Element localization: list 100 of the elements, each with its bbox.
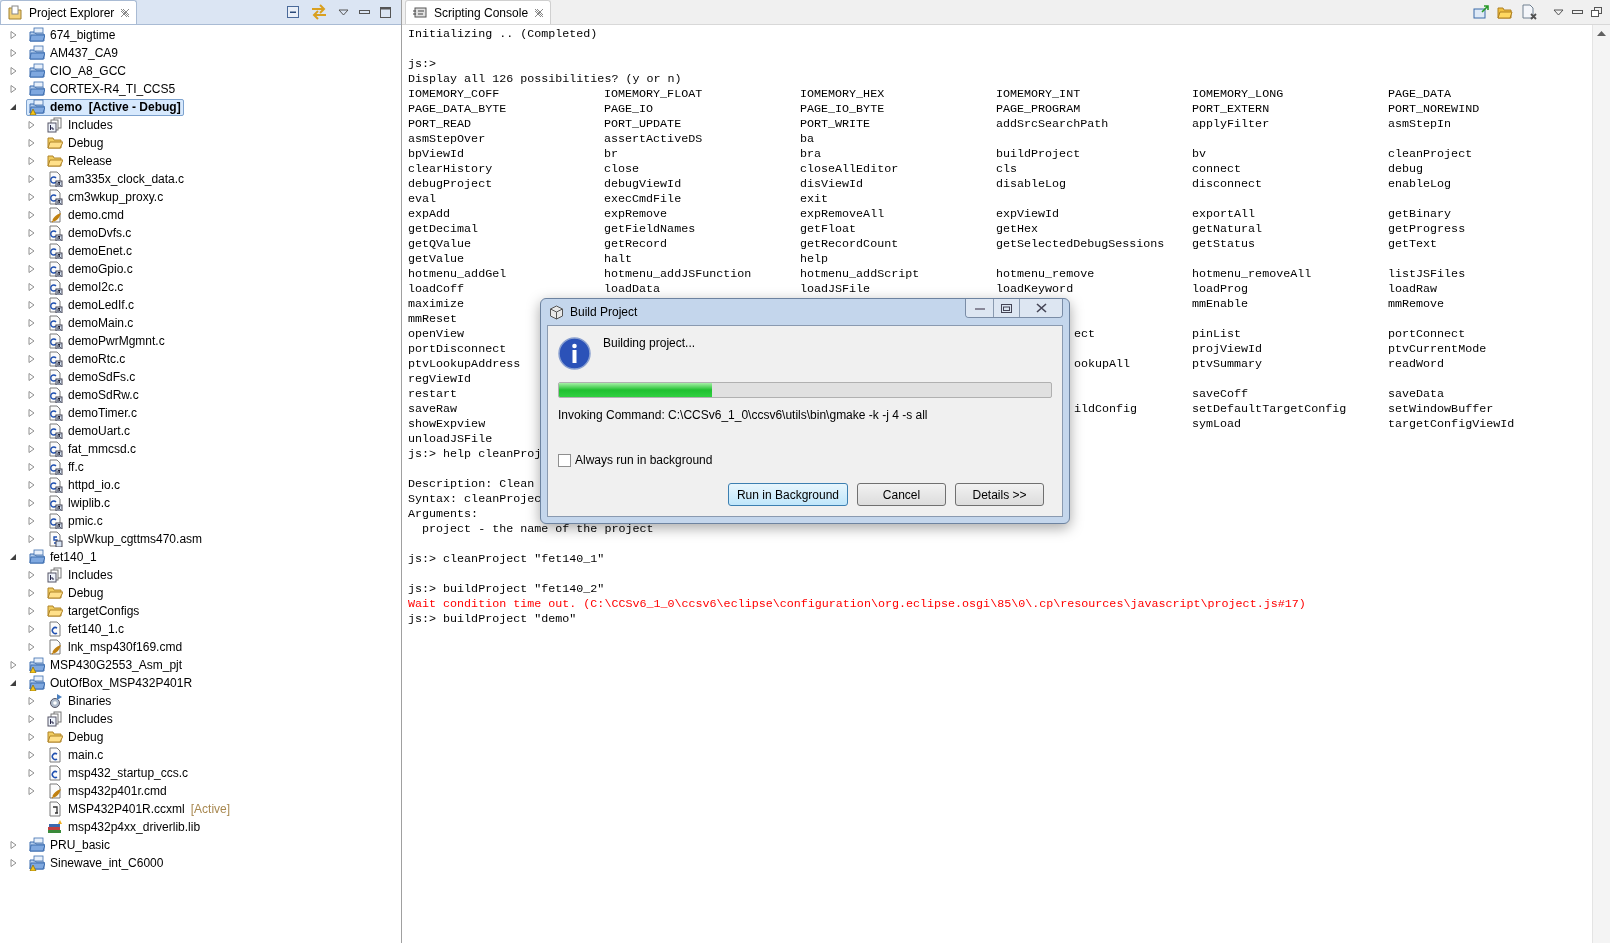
view-menu-icon[interactable] [338, 8, 349, 16]
scroll-up-icon[interactable] [1597, 31, 1606, 36]
tree-item[interactable]: CORTEX-R4_TI_CCS5 [26, 80, 179, 98]
dialog-button[interactable]: Details >> [955, 483, 1044, 506]
tree-item[interactable]: demoPwrMgmnt.c [44, 332, 168, 350]
collapsed-arrow-icon[interactable] [26, 210, 36, 220]
collapsed-arrow-icon[interactable] [26, 696, 36, 706]
collapsed-arrow-icon[interactable] [8, 84, 18, 94]
view-menu-icon[interactable] [1553, 8, 1564, 16]
close-document-icon[interactable] [1521, 4, 1537, 20]
collapsed-arrow-icon[interactable] [26, 390, 36, 400]
minimize-icon[interactable] [359, 9, 370, 15]
tree-item[interactable]: demoDvfs.c [44, 224, 135, 242]
tree-item[interactable]: demoUart.c [44, 422, 134, 440]
tree-item[interactable]: demoGpio.c [44, 260, 136, 278]
maximize-icon[interactable] [380, 6, 391, 18]
collapsed-arrow-icon[interactable] [26, 606, 36, 616]
collapsed-arrow-icon[interactable] [8, 840, 18, 850]
collapsed-arrow-icon[interactable] [8, 66, 18, 76]
new-console-icon[interactable] [1473, 5, 1489, 19]
folder-icon[interactable] [1497, 5, 1513, 19]
collapsed-arrow-icon[interactable] [26, 768, 36, 778]
collapsed-arrow-icon[interactable] [26, 156, 36, 166]
collapsed-arrow-icon[interactable] [26, 408, 36, 418]
close-icon[interactable] [120, 7, 131, 18]
collapsed-arrow-icon[interactable] [26, 174, 36, 184]
scrollbar[interactable] [1592, 25, 1610, 943]
tree-item[interactable]: Debug [44, 584, 107, 602]
tree-item[interactable]: demoRtc.c [44, 350, 129, 368]
collapsed-arrow-icon[interactable] [26, 480, 36, 490]
tree-item[interactable]: Includes [44, 116, 116, 134]
minimize-icon[interactable] [1572, 9, 1583, 15]
collapsed-arrow-icon[interactable] [26, 624, 36, 634]
tree-item[interactable]: Binaries [44, 692, 115, 710]
collapsed-arrow-icon[interactable] [26, 336, 36, 346]
collapsed-arrow-icon[interactable] [26, 282, 36, 292]
expanded-arrow-icon[interactable] [8, 102, 18, 112]
tree-item[interactable]: Includes [44, 566, 116, 584]
collapsed-arrow-icon[interactable] [8, 858, 18, 868]
collapsed-arrow-icon[interactable] [26, 228, 36, 238]
expanded-arrow-icon[interactable] [8, 552, 18, 562]
collapsed-arrow-icon[interactable] [26, 786, 36, 796]
tree-item[interactable]: cm3wkup_proxy.c [44, 188, 167, 206]
tree-item[interactable]: Includes [44, 710, 116, 728]
tree-item[interactable]: slpWkup_cgttms470.asm [44, 530, 206, 548]
collapse-all-icon[interactable] [286, 5, 300, 19]
tree-item[interactable]: Release [44, 152, 116, 170]
collapsed-arrow-icon[interactable] [26, 318, 36, 328]
collapsed-arrow-icon[interactable] [26, 498, 36, 508]
console-tab[interactable]: Scripting Console [405, 0, 552, 24]
collapsed-arrow-icon[interactable] [26, 300, 36, 310]
tree-item[interactable]: targetConfigs [44, 602, 143, 620]
tree-item[interactable]: ff.c [44, 458, 87, 476]
collapsed-arrow-icon[interactable] [8, 30, 18, 40]
background-checkbox[interactable]: Always run in background [558, 451, 713, 469]
close-button[interactable] [1020, 299, 1062, 317]
collapsed-arrow-icon[interactable] [26, 264, 36, 274]
tree-item[interactable]: AM437_CA9 [26, 44, 122, 62]
tree-item[interactable]: CIO_A8_GCC [26, 62, 130, 80]
collapsed-arrow-icon[interactable] [8, 48, 18, 58]
tree-item[interactable]: demoLedIf.c [44, 296, 138, 314]
tree-item[interactable]: demoI2c.c [44, 278, 127, 296]
expanded-arrow-icon[interactable] [8, 678, 18, 688]
collapsed-arrow-icon[interactable] [26, 732, 36, 742]
tree-item[interactable]: fet140_1.c [44, 620, 128, 638]
explorer-tab[interactable]: Project Explorer [0, 0, 138, 24]
collapsed-arrow-icon[interactable] [26, 534, 36, 544]
tree-item[interactable]: demo [Active - Debug] [26, 98, 184, 116]
collapsed-arrow-icon[interactable] [26, 462, 36, 472]
collapsed-arrow-icon[interactable] [26, 426, 36, 436]
tree-item[interactable]: MSP432P401R.ccxml [Active] [44, 800, 234, 818]
collapsed-arrow-icon[interactable] [26, 354, 36, 364]
close-icon[interactable] [534, 7, 545, 18]
tree-item[interactable]: main.c [44, 746, 107, 764]
tree-item[interactable]: lnk_msp430f169.cmd [44, 638, 186, 656]
tree-item[interactable]: demo.cmd [44, 206, 128, 224]
tree-item[interactable]: httpd_io.c [44, 476, 124, 494]
collapsed-arrow-icon[interactable] [26, 192, 36, 202]
tree-item[interactable]: demoSdFs.c [44, 368, 139, 386]
restore-icon[interactable] [1591, 7, 1602, 17]
collapsed-arrow-icon[interactable] [26, 444, 36, 454]
tree-item[interactable]: demoMain.c [44, 314, 137, 332]
tree-item[interactable]: msp432_startup_ccs.c [44, 764, 192, 782]
tree-item[interactable]: demoTimer.c [44, 404, 140, 422]
tree-item[interactable]: PRU_basic [26, 836, 114, 854]
tree-item[interactable]: MSP430G2553_Asm_pjt [26, 656, 186, 674]
tree-item[interactable]: msp432p4xx_driverlib.lib [44, 818, 204, 836]
tree-item[interactable]: 674_bigtime [26, 26, 119, 44]
collapsed-arrow-icon[interactable] [26, 588, 36, 598]
tree-item[interactable]: demoEnet.c [44, 242, 136, 260]
collapsed-arrow-icon[interactable] [26, 246, 36, 256]
maximize-button[interactable] [994, 299, 1020, 317]
collapsed-arrow-icon[interactable] [26, 516, 36, 526]
collapsed-arrow-icon[interactable] [26, 138, 36, 148]
tree-item[interactable]: demoSdRw.c [44, 386, 142, 404]
collapsed-arrow-icon[interactable] [26, 120, 36, 130]
tree-item[interactable]: fat_mmcsd.c [44, 440, 139, 458]
dialog-button[interactable]: Run in Background [728, 483, 848, 506]
tree-item[interactable]: Sinewave_int_C6000 [26, 854, 167, 872]
link-arrows-icon[interactable] [310, 4, 328, 20]
